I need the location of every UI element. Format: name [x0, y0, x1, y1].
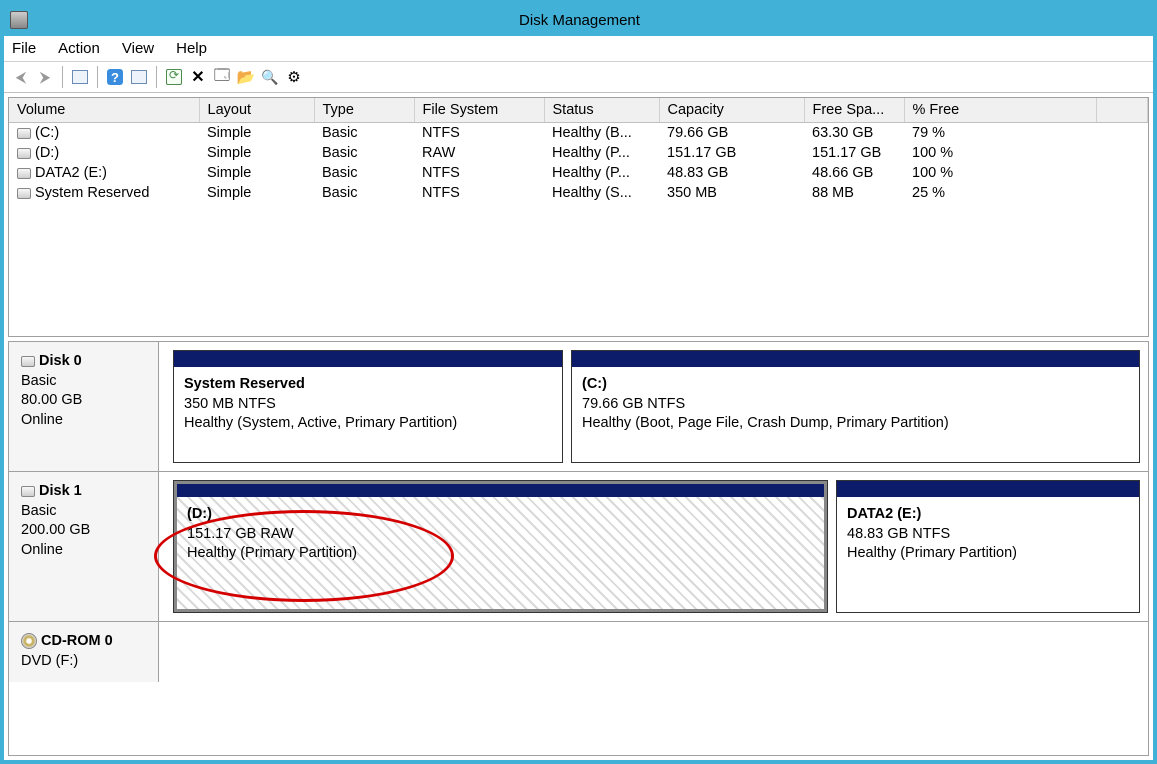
cdrom-icon [21, 633, 37, 649]
delete-icon[interactable]: ✕ [187, 66, 209, 88]
menu-view[interactable]: View [122, 40, 154, 57]
disk-label[interactable]: CD-ROM 0 DVD (F:) [9, 622, 159, 682]
col-freespace[interactable]: Free Spa... [804, 98, 904, 123]
table-header-row: Volume Layout Type File System Status Ca… [9, 98, 1148, 123]
drive-icon [17, 188, 31, 199]
window-title: Disk Management [36, 12, 1153, 29]
show-graphical-icon[interactable] [128, 66, 150, 88]
drive-icon [17, 128, 31, 139]
table-row[interactable]: DATA2 (E:) Simple Basic NTFS Healthy (P.… [9, 163, 1148, 183]
table-row[interactable]: (C:) Simple Basic NTFS Healthy (B... 79.… [9, 123, 1148, 144]
toolbar: ⮜ ⮞ ? ✕ 🗔 📂 🔍 ⚙ [4, 62, 1153, 93]
back-button[interactable]: ⮜ [10, 66, 32, 88]
open-folder-icon[interactable]: 📂 [235, 66, 257, 88]
volume-list: Volume Layout Type File System Status Ca… [8, 97, 1149, 337]
menu-file[interactable]: File [12, 40, 36, 57]
app-icon [10, 11, 28, 29]
col-type[interactable]: Type [314, 98, 414, 123]
refresh-icon[interactable] [163, 66, 185, 88]
partition-data2-e[interactable]: DATA2 (E:) 48.83 GB NTFS Healthy (Primar… [836, 480, 1140, 613]
col-filesystem[interactable]: File System [414, 98, 544, 123]
titlebar: Disk Management [4, 4, 1153, 36]
disk-label[interactable]: Disk 1 Basic 200.00 GB Online [9, 472, 159, 621]
disk-row-0: Disk 0 Basic 80.00 GB Online System Rese… [9, 342, 1148, 472]
col-volume[interactable]: Volume [9, 98, 199, 123]
partition-d-raw[interactable]: (D:) 151.17 GB RAW Healthy (Primary Part… [173, 480, 828, 613]
disk-label[interactable]: Disk 0 Basic 80.00 GB Online [9, 342, 159, 471]
table-row[interactable]: (D:) Simple Basic RAW Healthy (P... 151.… [9, 143, 1148, 163]
disk-row-cdrom: CD-ROM 0 DVD (F:) [9, 622, 1148, 682]
col-status[interactable]: Status [544, 98, 659, 123]
menu-help[interactable]: Help [176, 40, 207, 57]
disk-icon [21, 486, 35, 497]
partition-system-reserved[interactable]: System Reserved 350 MB NTFS Healthy (Sys… [173, 350, 563, 463]
rescan-icon[interactable]: 🔍 [259, 66, 281, 88]
properties-icon[interactable]: 🗔 [211, 66, 233, 88]
settings-icon[interactable]: ⚙ [283, 66, 305, 88]
table-row[interactable]: System Reserved Simple Basic NTFS Health… [9, 183, 1148, 203]
forward-button[interactable]: ⮞ [34, 66, 56, 88]
col-layout[interactable]: Layout [199, 98, 314, 123]
disk-icon [21, 356, 35, 367]
help-icon[interactable]: ? [104, 66, 126, 88]
drive-icon [17, 168, 31, 179]
partition-c[interactable]: (C:) 79.66 GB NTFS Healthy (Boot, Page F… [571, 350, 1140, 463]
disk-row-1: Disk 1 Basic 200.00 GB Online (D:) 151.1… [9, 472, 1148, 622]
col-capacity[interactable]: Capacity [659, 98, 804, 123]
disk-graphical-view: Disk 0 Basic 80.00 GB Online System Rese… [8, 341, 1149, 756]
menu-action[interactable]: Action [58, 40, 100, 57]
col-pctfree[interactable]: % Free [904, 98, 1096, 123]
drive-icon [17, 148, 31, 159]
menubar: File Action View Help [4, 36, 1153, 62]
show-list-icon[interactable] [69, 66, 91, 88]
